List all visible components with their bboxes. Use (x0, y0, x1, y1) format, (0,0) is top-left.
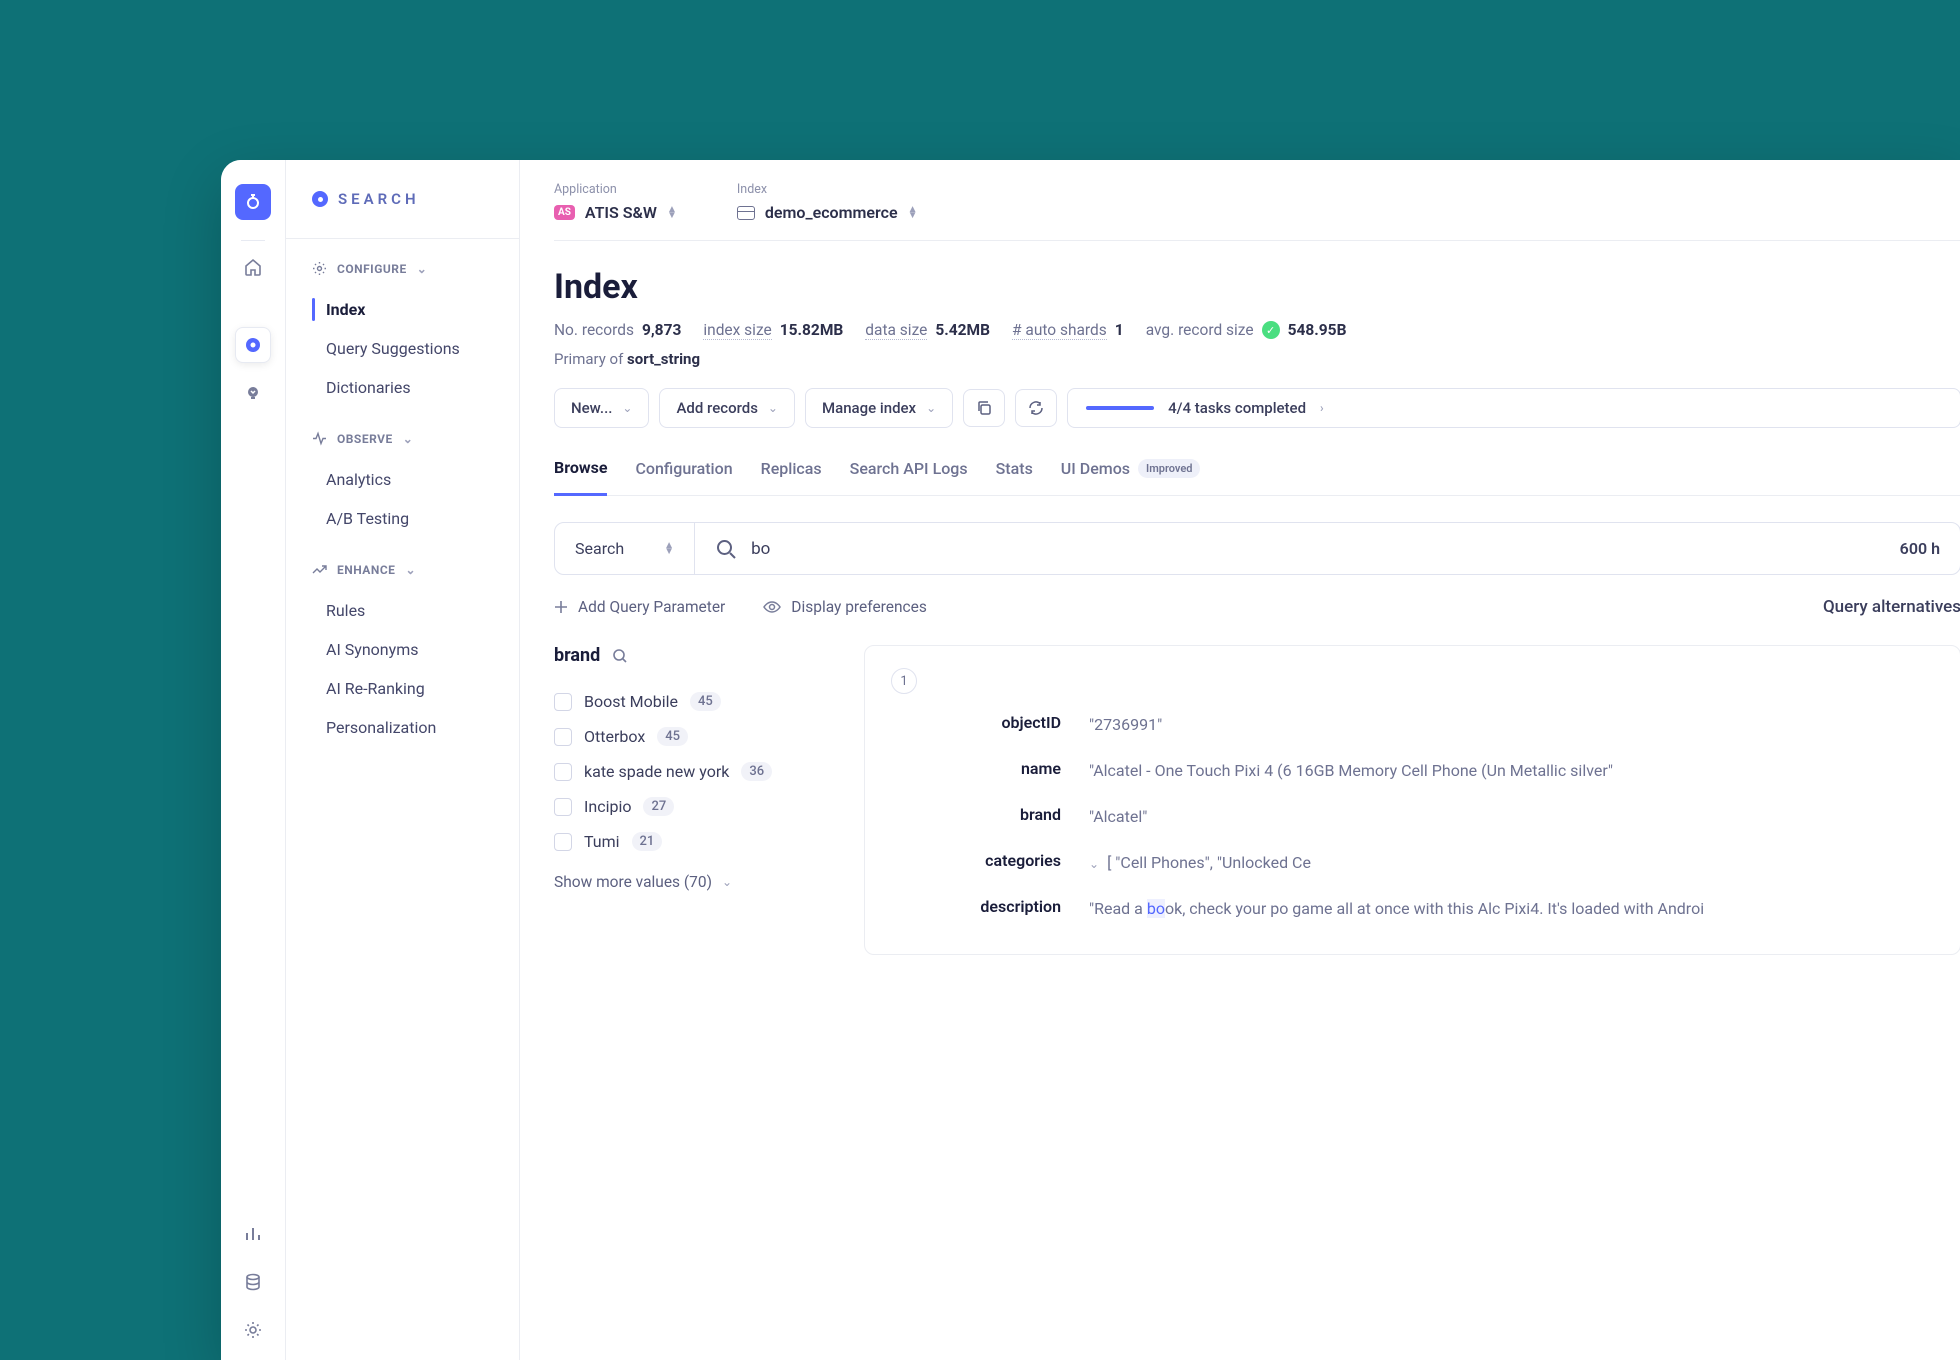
chevron-down-icon: ⌄ (417, 262, 428, 276)
app-window: SEARCH CONFIGURE ⌄ Index Query Suggestio… (221, 160, 1960, 1360)
refresh-button[interactable] (1015, 389, 1057, 427)
sidebar-logo-text: SEARCH (338, 190, 420, 208)
search-nav-icon[interactable] (235, 327, 271, 363)
gear-icon (312, 261, 327, 276)
trending-up-icon (312, 562, 327, 577)
lightbulb-icon[interactable] (235, 375, 271, 411)
checkbox[interactable] (554, 763, 572, 781)
chevron-down-icon: ⌄ (622, 401, 632, 415)
facet-brand: brand Boost Mobile45 Otterbox45 kate spa… (554, 645, 824, 955)
page-title: Index (554, 267, 1960, 307)
search-icon[interactable] (612, 648, 628, 664)
facet-item[interactable]: kate spade new york36 (554, 754, 824, 789)
stats-row: No. records9,873 index size15.82MB data … (554, 321, 1960, 340)
toolbar: New...⌄ Add records⌄ Manage index⌄ 4/4 t… (554, 388, 1960, 428)
search-mode-selector[interactable]: Search ▲▼ (555, 523, 695, 574)
sidebar-item-rules[interactable]: Rules (286, 591, 519, 630)
tabs: Browse Configuration Replicas Search API… (554, 448, 1960, 496)
sub-actions: Add Query Parameter Display preferences … (554, 597, 1960, 617)
facet-title: brand (554, 645, 824, 666)
top-selectors: Application AS ATIS S&W ▲▼ Index demo_ec… (554, 182, 1960, 241)
checkbox[interactable] (554, 798, 572, 816)
display-preferences[interactable]: Display preferences (763, 598, 927, 616)
brand-icon[interactable] (235, 184, 271, 220)
sort-updown-icon: ▲▼ (667, 207, 677, 219)
index-selector[interactable]: Index demo_ecommerce ▲▼ (737, 182, 918, 222)
chevron-down-icon: ⌄ (768, 401, 778, 415)
sort-updown-icon: ▲▼ (664, 543, 674, 555)
facet-item[interactable]: Boost Mobile45 (554, 684, 824, 719)
sidebar-item-ab-testing[interactable]: A/B Testing (286, 499, 519, 538)
manage-index-button[interactable]: Manage index⌄ (805, 388, 953, 428)
tasks-progress[interactable]: 4/4 tasks completed › (1067, 388, 1960, 428)
query-alternatives[interactable]: Query alternatives (1823, 597, 1960, 617)
tab-stats[interactable]: Stats (996, 448, 1033, 495)
chevron-down-icon: ⌄ (1089, 857, 1099, 871)
section-observe[interactable]: OBSERVE ⌄ (286, 431, 519, 446)
home-icon[interactable] (235, 249, 271, 285)
search-icon (715, 538, 737, 560)
eye-icon (763, 600, 781, 614)
sort-updown-icon: ▲▼ (908, 207, 918, 219)
tab-replicas[interactable]: Replicas (761, 448, 822, 495)
checkbox[interactable] (554, 728, 572, 746)
plus-icon (554, 600, 568, 614)
search-bar: Search ▲▼ 600 h (554, 522, 1960, 575)
facet-item[interactable]: Incipio27 (554, 789, 824, 824)
sidebar-item-index[interactable]: Index (286, 290, 519, 329)
hits-count: 600 h (1900, 539, 1940, 558)
check-icon: ✓ (1262, 321, 1280, 339)
section-enhance[interactable]: ENHANCE ⌄ (286, 562, 519, 577)
chevron-down-icon: ⌄ (403, 432, 414, 446)
record-panel: 1 objectID"2736991" name"Alcatel - One T… (864, 645, 1960, 955)
add-records-button[interactable]: Add records⌄ (659, 388, 795, 428)
copy-icon (976, 400, 992, 416)
copy-button[interactable] (963, 389, 1005, 427)
chevron-right-icon: › (1320, 401, 1324, 415)
main-content: Application AS ATIS S&W ▲▼ Index demo_ec… (520, 160, 1960, 1360)
search-input[interactable] (751, 539, 1886, 559)
improved-badge: Improved (1138, 459, 1200, 478)
show-more-values[interactable]: Show more values (70)⌄ (554, 873, 824, 891)
nav-rail (221, 160, 286, 1360)
activity-icon (312, 431, 327, 446)
index-icon (737, 206, 755, 220)
gear-icon[interactable] (235, 1312, 271, 1348)
sidebar-item-personalization[interactable]: Personalization (286, 708, 519, 747)
database-icon[interactable] (235, 1264, 271, 1300)
tab-configuration[interactable]: Configuration (635, 448, 732, 495)
sidebar-logo: SEARCH (286, 190, 519, 239)
checkbox[interactable] (554, 833, 572, 851)
record-number: 1 (891, 668, 917, 694)
new-button[interactable]: New...⌄ (554, 388, 649, 428)
search-logo-icon (312, 191, 328, 207)
checkbox[interactable] (554, 693, 572, 711)
section-configure[interactable]: CONFIGURE ⌄ (286, 261, 519, 276)
primary-of: Primary of sort_string (554, 350, 1960, 368)
tab-search-api-logs[interactable]: Search API Logs (850, 448, 968, 495)
sidebar-item-ai-reranking[interactable]: AI Re-Ranking (286, 669, 519, 708)
sidebar-item-query-suggestions[interactable]: Query Suggestions (286, 329, 519, 368)
sidebar: SEARCH CONFIGURE ⌄ Index Query Suggestio… (286, 160, 520, 1360)
sidebar-item-analytics[interactable]: Analytics (286, 460, 519, 499)
application-selector[interactable]: Application AS ATIS S&W ▲▼ (554, 182, 677, 222)
sidebar-item-ai-synonyms[interactable]: AI Synonyms (286, 630, 519, 669)
tab-ui-demos[interactable]: UI DemosImproved (1061, 448, 1201, 495)
sidebar-item-dictionaries[interactable]: Dictionaries (286, 368, 519, 407)
chevron-down-icon: ⌄ (722, 875, 732, 889)
app-badge: AS (554, 205, 575, 220)
facet-item[interactable]: Tumi21 (554, 824, 824, 859)
tab-browse[interactable]: Browse (554, 448, 607, 496)
progress-bar (1086, 406, 1154, 410)
add-query-parameter[interactable]: Add Query Parameter (554, 598, 725, 616)
chart-icon[interactable] (235, 1216, 271, 1252)
chevron-down-icon: ⌄ (405, 563, 416, 577)
facet-item[interactable]: Otterbox45 (554, 719, 824, 754)
refresh-icon (1028, 400, 1044, 416)
chevron-down-icon: ⌄ (926, 401, 936, 415)
